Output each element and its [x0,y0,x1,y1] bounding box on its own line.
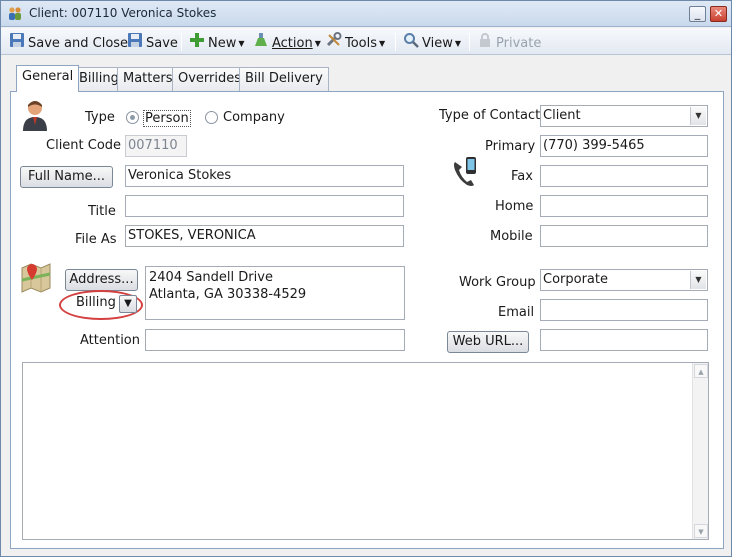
notes-scrollbar[interactable]: ▲ ▼ [692,363,708,539]
phone-icon [451,156,481,191]
plus-icon [189,32,205,55]
attention-label: Attention [80,333,140,348]
tools-label: Tools [345,36,378,51]
title-bar: Client: 007110 Veronica Stokes _ ✕ [1,1,731,27]
people-icon [7,6,23,22]
magnifier-icon [403,32,419,55]
type-of-contact-select[interactable]: Client ▼ [540,105,708,127]
action-flask-icon [253,32,269,55]
type-company-radio[interactable] [205,111,218,124]
save-button[interactable]: Save [127,32,178,52]
save-and-close-label: Save and Close [28,36,129,51]
type-person-radio[interactable] [126,111,139,124]
chevron-down-icon: ▼ [314,38,321,48]
type-company-label[interactable]: Company [223,110,285,125]
address-field[interactable]: 2404 Sandell Drive Atlanta, GA 30338-452… [145,266,405,320]
email-field[interactable] [540,299,708,321]
save-label: Save [146,36,178,51]
full-name-button[interactable]: Full Name... [20,166,113,188]
work-group-label: Work Group [459,275,536,290]
title-label: Title [88,204,116,219]
file-as-label: File As [75,232,117,247]
toolbar-separator [469,33,470,51]
window-title: Client: 007110 Veronica Stokes [29,6,217,20]
tab-bill-delivery[interactable]: Bill Delivery [239,67,329,91]
work-group-select[interactable]: Corporate ▼ [540,269,708,291]
close-button[interactable]: ✕ [710,6,727,22]
work-group-value: Corporate [543,272,608,287]
email-label: Email [498,305,535,320]
chevron-down-icon: ▼ [690,107,706,125]
chevron-down-icon: ▼ [124,298,132,309]
fax-label: Fax [511,169,533,184]
save-and-close-button[interactable]: Save and Close [9,32,128,52]
save-icon [127,32,143,55]
client-code-field: 007110 [125,135,187,157]
toolbar-separator [395,33,396,51]
private-button[interactable]: Private [477,32,541,52]
home-label: Home [495,199,534,214]
client-code-label: Client Code [46,138,122,153]
type-of-contact-value: Client [543,108,581,123]
notes-textarea[interactable]: ▲ ▼ [22,362,709,540]
private-label: Private [496,36,542,51]
tab-matters[interactable]: Matters [117,67,179,91]
tab-overrides-label: Overrides [178,71,242,86]
tab-bill-delivery-label: Bill Delivery [245,71,323,86]
toolbar-separator [181,33,182,51]
divider [17,257,405,258]
web-url-field[interactable] [540,329,708,351]
address-button[interactable]: Address... [65,269,138,291]
tab-matters-label: Matters [123,71,173,86]
divider [426,257,709,258]
chevron-down-icon: ▼ [238,38,245,48]
address-type-dropdown-button[interactable]: ▼ [119,295,137,313]
address-type-label[interactable]: Billing [76,295,116,310]
title-field[interactable] [125,195,404,217]
web-url-button[interactable]: Web URL... [447,331,529,353]
primary-phone-field[interactable]: (770) 399-5465 [540,135,708,157]
action-menu-button[interactable]: Action ▼ [253,32,321,52]
attention-field[interactable] [145,329,405,351]
scroll-down-icon[interactable]: ▼ [694,524,708,538]
action-label: Action [272,36,313,51]
type-label: Type [85,110,115,125]
toolbar: Save and Close Save New ▼ Action ▼ Tools ▼ [1,28,731,55]
file-as-field[interactable]: STOKES, VERONICA [125,225,404,247]
person-icon [21,99,49,134]
mobile-phone-field[interactable] [540,225,708,247]
new-menu-button[interactable]: New ▼ [189,32,245,52]
tools-icon [326,32,342,55]
minimize-button[interactable]: _ [689,6,706,22]
view-label: View [422,36,453,51]
client-window: Client: 007110 Veronica Stokes _ ✕ Save … [0,0,732,557]
type-person-label[interactable]: Person [143,110,191,127]
chevron-down-icon: ▼ [379,38,386,48]
type-of-contact-label: Type of Contact [439,108,541,123]
primary-label: Primary [485,139,536,154]
tab-general[interactable]: General [16,65,80,92]
scroll-up-icon[interactable]: ▲ [694,364,708,378]
tab-billing-label: Billing [79,71,119,86]
chevron-down-icon: ▼ [454,38,462,48]
tab-general-label: General [22,69,74,84]
tools-menu-button[interactable]: Tools ▼ [326,32,385,52]
lock-icon [477,32,493,55]
chevron-down-icon: ▼ [690,271,706,289]
new-label: New [208,36,237,51]
save-close-icon [9,32,25,55]
fax-field[interactable] [540,165,708,187]
view-menu-button[interactable]: View ▼ [403,32,461,52]
tab-overrides[interactable]: Overrides [172,67,248,91]
mobile-label: Mobile [490,229,533,244]
full-name-field[interactable]: Veronica Stokes [125,165,404,187]
map-pin-icon [20,262,52,297]
home-phone-field[interactable] [540,195,708,217]
